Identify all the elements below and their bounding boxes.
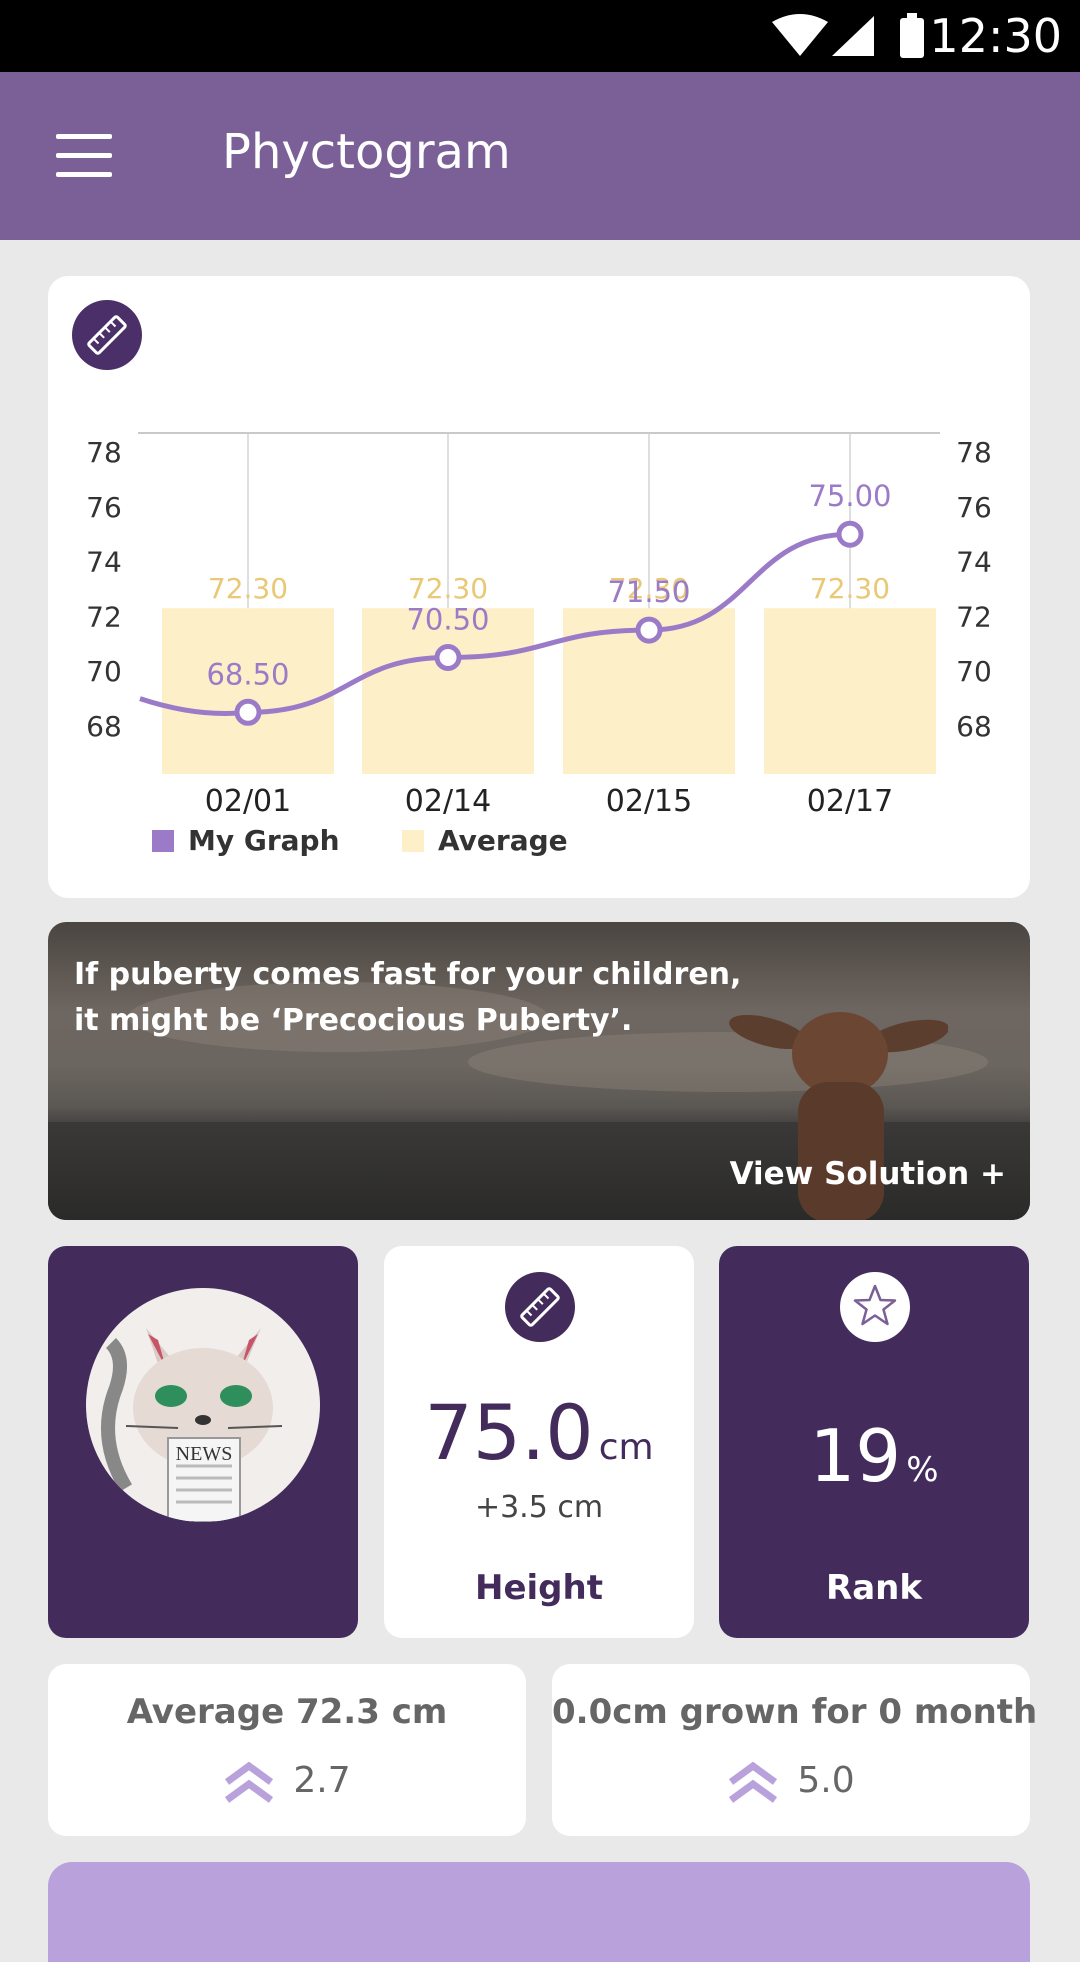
grown-change-value: 5.0 bbox=[797, 1760, 855, 1801]
my-graph-label-0: 68.50 bbox=[206, 657, 289, 691]
double-chevron-up-icon bbox=[729, 1761, 778, 1803]
app-title: Phyctogram bbox=[222, 124, 511, 180]
avatar-tile[interactable]: NEWS bbox=[48, 1246, 358, 1638]
my-graph-point-3 bbox=[836, 520, 864, 548]
banner-text: If puberty comes fast for your children,… bbox=[74, 957, 742, 1038]
status-icons bbox=[772, 13, 924, 58]
x-tick-1: 02/14 bbox=[405, 784, 491, 816]
menu-button[interactable] bbox=[56, 134, 112, 178]
grown-text: 0.0cm grown for 0 month bbox=[552, 1692, 1038, 1732]
double-chevron-up-icon bbox=[225, 1761, 274, 1803]
ruler-icon bbox=[505, 1272, 575, 1342]
y-tick-right-1: 76 bbox=[956, 491, 992, 524]
star-icon bbox=[840, 1272, 910, 1342]
status-time: 12:30 bbox=[929, 9, 1062, 63]
rank-unit: % bbox=[906, 1450, 939, 1490]
x-tick-0: 02/01 bbox=[205, 784, 291, 816]
y-tick-right-3: 72 bbox=[956, 600, 992, 633]
y-tick-right-5: 68 bbox=[956, 710, 992, 743]
height-value: 75.0 bbox=[424, 1388, 594, 1477]
signal-icon bbox=[832, 16, 874, 56]
average-bar-label-0: 72.30 bbox=[208, 572, 288, 605]
wifi-icon bbox=[772, 14, 828, 56]
y-tick-left-4: 70 bbox=[86, 655, 122, 688]
legend-my-graph: My Graph bbox=[152, 824, 340, 857]
my-graph-label-3: 75.00 bbox=[808, 479, 891, 513]
y-tick-right-0: 78 bbox=[956, 436, 992, 469]
y-tick-right-2: 74 bbox=[956, 546, 992, 579]
avatar: NEWS bbox=[86, 1288, 320, 1522]
my-graph-point-0 bbox=[234, 698, 262, 726]
average-card: Average 72.3 cm 2.7 bbox=[48, 1664, 526, 1836]
height-tile[interactable]: 75.0 cm +3.5 cm Height bbox=[384, 1246, 694, 1638]
height-label: Height bbox=[475, 1568, 603, 1608]
status-bar: 12:30 bbox=[0, 0, 1080, 72]
my-graph-label-2: 71.50 bbox=[607, 575, 690, 609]
average-bar-label-3: 72.30 bbox=[810, 572, 890, 605]
x-tick-2: 02/15 bbox=[606, 784, 692, 816]
y-tick-left-2: 74 bbox=[86, 546, 122, 579]
y-tick-left-3: 72 bbox=[86, 600, 122, 633]
average-bar-label-1: 72.30 bbox=[408, 572, 488, 605]
puberty-banner[interactable]: If puberty comes fast for your children,… bbox=[48, 922, 1030, 1220]
growth-chart: 72.30 72.30 72.30 72.3078 7876 7674 7472 7270 70… bbox=[86, 432, 992, 816]
x-tick-3: 02/17 bbox=[807, 784, 893, 816]
average-change-value: 2.7 bbox=[293, 1760, 351, 1801]
my-graph-point-1 bbox=[434, 644, 462, 671]
news-badge-text: NEWS bbox=[176, 1443, 233, 1465]
y-tick-right-4: 70 bbox=[956, 655, 992, 688]
view-solution-link[interactable]: View Solution + bbox=[730, 1156, 1006, 1192]
rank-value-row: 19 % bbox=[719, 1414, 1029, 1498]
y-tick-left-5: 68 bbox=[86, 710, 122, 743]
cat-avatar-illustration: NEWS bbox=[101, 1328, 283, 1522]
chart-card: 72.30 72.30 72.30 72.30 78 78 76 76 74 74 72 72 70 70… bbox=[48, 276, 1030, 898]
y-tick-left-1: 76 bbox=[86, 491, 122, 524]
bottom-action-button[interactable] bbox=[48, 1862, 1030, 1962]
app-bar: Phyctogram bbox=[0, 72, 1080, 240]
legend-average: Average bbox=[402, 824, 568, 857]
rank-value: 19 bbox=[809, 1414, 902, 1498]
my-graph-label-1: 70.50 bbox=[406, 603, 489, 637]
grown-change: 5.0 bbox=[552, 1760, 1030, 1804]
my-graph-point-2 bbox=[635, 616, 663, 644]
legend-swatch-my-graph bbox=[152, 830, 174, 852]
rank-label: Rank bbox=[826, 1568, 922, 1608]
rank-tile[interactable]: 19 % Rank bbox=[719, 1246, 1029, 1638]
average-change: 2.7 bbox=[48, 1760, 526, 1804]
y-tick-left-0: 78 bbox=[86, 436, 122, 469]
battery-icon bbox=[900, 18, 924, 58]
height-unit: cm bbox=[598, 1427, 654, 1468]
height-delta: +3.5 cm bbox=[474, 1490, 604, 1525]
grown-card: 0.0cm grown for 0 month 5.0 bbox=[552, 1664, 1038, 1836]
legend-swatch-average bbox=[402, 830, 424, 852]
average-bar-3 bbox=[764, 608, 936, 774]
average-text: Average 72.3 cm bbox=[126, 1692, 448, 1732]
height-value-row: 75.0 cm bbox=[384, 1388, 694, 1477]
